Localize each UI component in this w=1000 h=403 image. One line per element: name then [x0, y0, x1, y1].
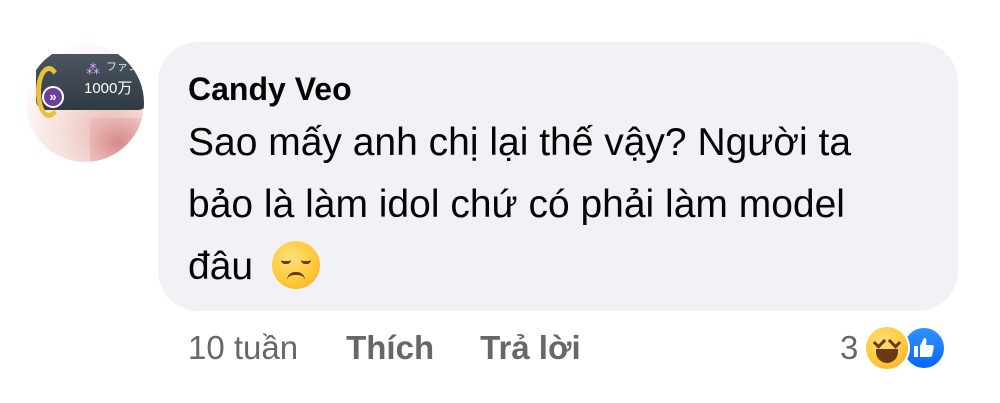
comment-bubble: Candy Veo Sao mấy anh chị lại thế vậy? N… [158, 42, 958, 311]
comment-item: ⁂ ファン 1000万 » Candy Veo Sao mấy anh chị … [0, 0, 1000, 403]
sad-face-emoji-icon [271, 240, 320, 289]
avatar-fan-label: ファン [106, 61, 139, 73]
comment-actions: 10 tuần Thích Trả lời [188, 326, 581, 370]
avatar-photo [90, 118, 144, 162]
reaction-summary[interactable]: 3 [840, 323, 947, 373]
like-button[interactable]: Thích [346, 326, 434, 370]
double-chevron-icon: » [42, 86, 64, 108]
comment-text-container: Sao mấy anh chị lại thế vậy? Người ta bả… [188, 112, 908, 298]
reply-button[interactable]: Trả lời [480, 326, 581, 370]
comment-author[interactable]: Candy Veo [188, 70, 928, 108]
reaction-count: 3 [840, 329, 859, 366]
avatar-fan-count: 1000万 [84, 80, 133, 97]
fans-icon: ⁂ [86, 61, 100, 77]
haha-reaction-icon [864, 325, 911, 371]
comment-timestamp[interactable]: 10 tuần [188, 326, 298, 370]
avatar[interactable]: ⁂ ファン 1000万 » [26, 44, 144, 162]
